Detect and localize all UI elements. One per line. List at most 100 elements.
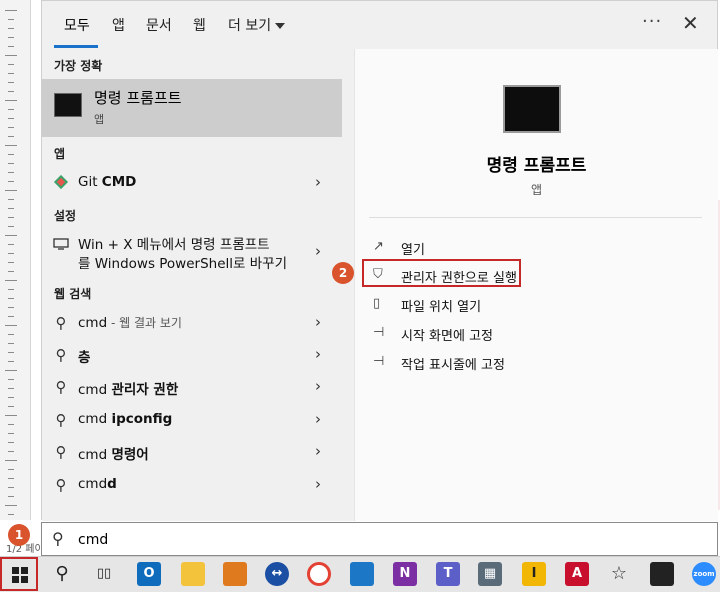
action-open-file-location[interactable]: ▯ 파일 위치 열기 bbox=[373, 292, 623, 316]
list-item-label: cmd 명령어 bbox=[78, 443, 149, 463]
web-query-prefix: cmd bbox=[78, 476, 108, 492]
chevron-right-icon[interactable]: › bbox=[315, 313, 321, 331]
pin-icon: ⊣ bbox=[373, 325, 385, 340]
list-item-git-cmd[interactable]: Git CMD › bbox=[42, 168, 342, 198]
action-open[interactable]: ↗ 열기 bbox=[373, 235, 623, 259]
action-label: 작업 표시줄에 고정 bbox=[401, 358, 505, 373]
task-view-icon[interactable]: ▯▯ bbox=[92, 562, 116, 586]
chrome-icon[interactable] bbox=[307, 562, 331, 586]
action-pin-to-start[interactable]: ⊣ 시작 화면에 고정 bbox=[373, 321, 623, 345]
web-query-bold: 관리자 권한 bbox=[111, 382, 179, 398]
search-input[interactable] bbox=[76, 529, 680, 551]
list-item-web[interactable]: ⚲ cmd 관리자 권한 › bbox=[42, 372, 342, 402]
start-button[interactable] bbox=[0, 557, 38, 591]
ruler-tick bbox=[8, 91, 14, 92]
ruler-tick bbox=[5, 460, 17, 461]
list-item-label: cmd ipconfig bbox=[78, 411, 172, 427]
ruler-tick bbox=[5, 55, 17, 56]
web-query-prefix: cmd bbox=[78, 447, 112, 463]
step-badge-2: 2 bbox=[332, 262, 354, 284]
chevron-right-icon[interactable]: › bbox=[315, 377, 321, 395]
list-item-label: cmd 관리자 권한 bbox=[78, 378, 178, 398]
web-query-prefix: cmd bbox=[78, 411, 112, 427]
file-explorer-icon[interactable] bbox=[181, 562, 205, 586]
divider bbox=[369, 217, 702, 218]
ruler-tick bbox=[8, 46, 14, 47]
ruler-tick bbox=[8, 163, 14, 164]
search-icon: ⚲ bbox=[55, 411, 67, 429]
pin-icon: ⊣ bbox=[373, 354, 385, 369]
teamviewer-icon[interactable]: ↔ bbox=[265, 562, 289, 586]
action-pin-to-taskbar[interactable]: ⊣ 작업 표시줄에 고정 bbox=[373, 350, 623, 374]
tab-apps[interactable]: 앱 bbox=[112, 15, 125, 35]
list-item-web[interactable]: ⚲ 층 › bbox=[42, 340, 342, 370]
zoom-icon[interactable]: zoom bbox=[692, 562, 716, 586]
close-icon[interactable]: ✕ bbox=[682, 11, 699, 35]
app-icon[interactable]: I bbox=[522, 562, 546, 586]
autocad-icon[interactable]: A bbox=[565, 562, 589, 586]
search-box[interactable]: ⚲ bbox=[41, 522, 718, 556]
web-query: cmd bbox=[78, 315, 108, 331]
ruler-tick bbox=[8, 307, 14, 308]
best-match-item[interactable]: 명령 프롬프트 앱 bbox=[42, 79, 342, 137]
ruler-tick bbox=[8, 154, 14, 155]
ruler-tick bbox=[8, 181, 14, 182]
ruler-tick bbox=[5, 10, 17, 11]
section-settings: 설정 bbox=[54, 209, 77, 223]
cmd-app-large-icon bbox=[503, 85, 561, 133]
outlook-icon[interactable]: O bbox=[137, 562, 161, 586]
ruler-tick bbox=[8, 271, 14, 272]
search-icon: ⚲ bbox=[55, 476, 67, 494]
calculator-icon[interactable]: ▦ bbox=[478, 562, 502, 586]
chevron-right-icon[interactable]: › bbox=[315, 345, 321, 363]
ruler-tick bbox=[8, 478, 14, 479]
ruler-tick bbox=[8, 73, 14, 74]
more-options-icon[interactable]: ··· bbox=[642, 11, 662, 32]
ruler-tick bbox=[8, 199, 14, 200]
step-badge-1: 1 bbox=[8, 524, 30, 546]
chevron-right-icon[interactable]: › bbox=[315, 242, 321, 260]
list-item-web[interactable]: ⚲ cmd 명령어 › bbox=[42, 437, 342, 467]
list-item-label: 층 bbox=[78, 350, 91, 366]
action-label: 파일 위치 열기 bbox=[401, 300, 482, 315]
filter-tabs: 모두 앱 문서 웹 더 보기 ··· ✕ bbox=[42, 1, 717, 50]
ruler-tick bbox=[8, 424, 14, 425]
onenote-icon[interactable]: N bbox=[393, 562, 417, 586]
web-query-prefix: cmd bbox=[78, 382, 112, 398]
ruler-tick bbox=[8, 487, 14, 488]
search-icon[interactable]: ⚲ bbox=[50, 562, 74, 586]
web-query-bold: ipconfig bbox=[111, 411, 173, 427]
results-list: 가장 정확 명령 프롬프트 앱 앱 Git CMD › 설정 Win + X 메… bbox=[42, 49, 354, 521]
ruler-tick bbox=[8, 352, 14, 353]
list-item-web[interactable]: ⚲ cmdd › bbox=[42, 470, 342, 500]
tab-more[interactable]: 더 보기 bbox=[228, 15, 286, 35]
chevron-right-icon[interactable]: › bbox=[315, 475, 321, 493]
tab-all[interactable]: 모두 bbox=[64, 15, 90, 35]
ruler-tick bbox=[8, 406, 14, 407]
tab-documents[interactable]: 문서 bbox=[146, 15, 172, 35]
sticky-notes-icon[interactable] bbox=[650, 562, 674, 586]
chevron-right-icon[interactable]: › bbox=[315, 442, 321, 460]
app-icon[interactable] bbox=[350, 562, 374, 586]
settings-line-1: Win + X 메뉴에서 명령 프롬프트 bbox=[78, 237, 270, 253]
app-icon[interactable] bbox=[223, 562, 247, 586]
ruler-tick bbox=[8, 514, 14, 515]
ruler-tick bbox=[5, 100, 17, 101]
chevron-down-icon bbox=[275, 23, 286, 29]
chevron-right-icon[interactable]: › bbox=[315, 410, 321, 428]
tab-web[interactable]: 웹 bbox=[193, 15, 206, 35]
list-item-web[interactable]: ⚲ cmd ipconfig › bbox=[42, 405, 342, 435]
ruler-tick bbox=[8, 28, 14, 29]
list-item-settings[interactable]: Win + X 메뉴에서 명령 프롬프트 를 Windows PowerShel… bbox=[42, 229, 342, 275]
ruler-tick bbox=[8, 433, 14, 434]
folder-icon: ▯ bbox=[373, 296, 381, 311]
ruler-tick bbox=[8, 19, 14, 20]
teams-icon[interactable]: T bbox=[436, 562, 460, 586]
list-item-web[interactable]: ⚲ cmd - 웹 결과 보기 › bbox=[42, 308, 342, 338]
run-as-admin-highlight bbox=[362, 259, 521, 287]
star-icon[interactable]: ☆ bbox=[607, 562, 631, 586]
best-match-name: 명령 프롬프트 bbox=[94, 89, 182, 107]
ruler-tick bbox=[8, 388, 14, 389]
git-icon bbox=[52, 174, 70, 192]
chevron-right-icon[interactable]: › bbox=[315, 173, 321, 191]
